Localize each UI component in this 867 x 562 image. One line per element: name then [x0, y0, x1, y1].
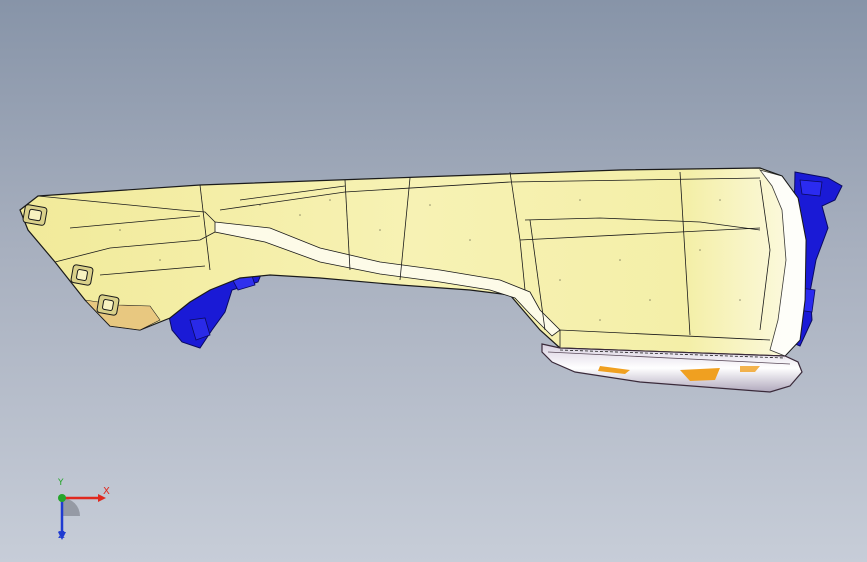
cad-viewport[interactable]: X Y Z	[0, 0, 867, 562]
axis-y-label: Y	[58, 478, 64, 488]
axis-z-label: Z	[58, 530, 65, 541]
headlamp-housing[interactable]	[19, 167, 807, 357]
model-view[interactable]	[0, 0, 867, 562]
orientation-triad: X Y Z	[40, 478, 120, 548]
axis-x-label: X	[103, 486, 110, 497]
